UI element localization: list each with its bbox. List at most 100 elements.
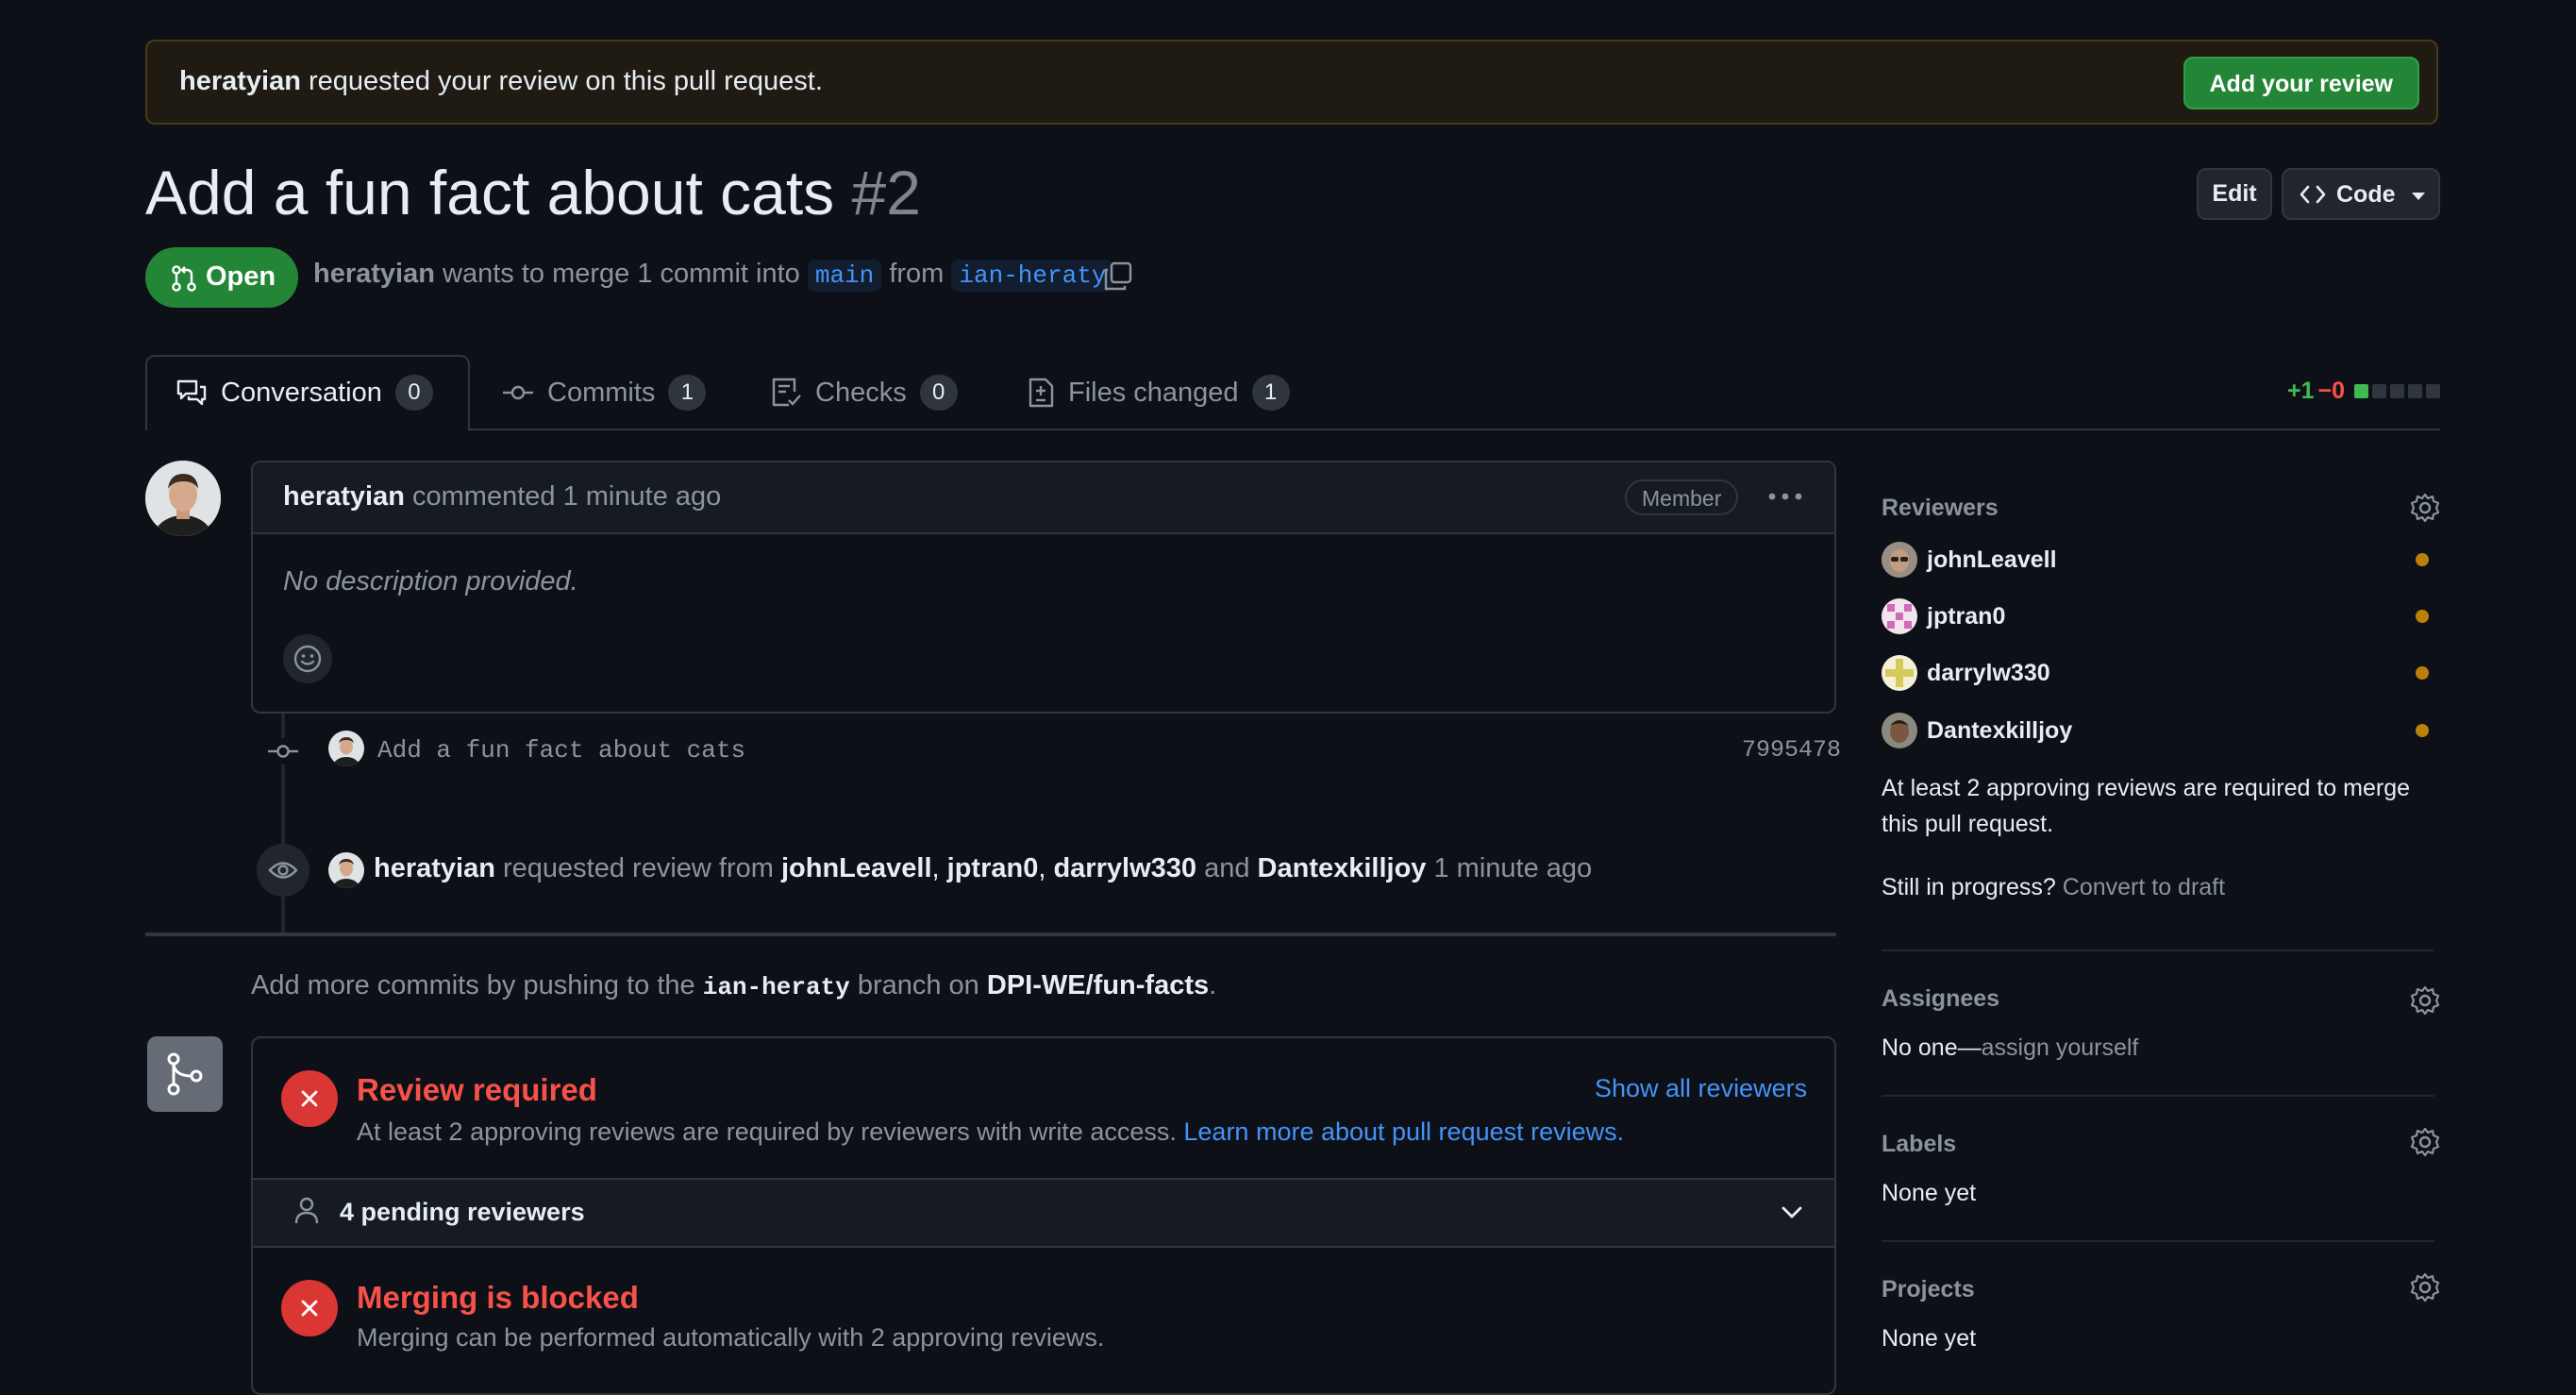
draft-prompt: Still in progress? Convert to draft <box>1882 874 2225 901</box>
gear-icon[interactable] <box>2410 1127 2440 1157</box>
commit-message[interactable]: Add a fun fact about cats <box>377 736 745 765</box>
event-text: requested review from <box>503 853 774 883</box>
reviewer-avatar[interactable] <box>1882 655 1917 691</box>
avatar-heratyian <box>145 461 221 536</box>
tab-conversation[interactable]: Conversation 0 <box>176 374 433 412</box>
merge-blocked-status <box>281 1280 338 1336</box>
merge-blocked-title: Merging is blocked <box>357 1280 639 1315</box>
push-hint-before: Add more commits by pushing to the <box>251 970 695 1000</box>
comment-action: commented <box>412 481 556 512</box>
pending-review-dot <box>2416 724 2429 737</box>
git-commit-icon <box>266 738 300 765</box>
tab-files-changed-count: 1 <box>1251 375 1290 411</box>
assignees-value: No one—assign yourself <box>1882 1034 2138 1062</box>
event-author[interactable]: heratyian <box>374 853 495 883</box>
push-hint-repo[interactable]: DPI-WE/fun-facts <box>987 970 1209 1000</box>
comment-time[interactable]: 1 minute ago <box>563 481 722 512</box>
reviewer-name[interactable]: darrylw330 <box>1927 660 2050 687</box>
tab-checks-label: Checks <box>815 377 907 408</box>
reviewers-title[interactable]: Reviewers <box>1882 495 1999 522</box>
learn-more-link[interactable]: Learn more about pull request reviews. <box>1183 1118 1624 1146</box>
merge-text: wants to merge 1 commit into <box>443 259 800 289</box>
event-time[interactable]: 1 minute ago <box>1434 853 1593 883</box>
review-request-event-badge <box>257 844 309 897</box>
tab-commits-count: 1 <box>668 375 707 411</box>
status-badge: Open <box>145 247 298 308</box>
event-reviewer[interactable]: jptran0 <box>947 853 1039 883</box>
avatar[interactable] <box>328 852 364 888</box>
copy-icon[interactable] <box>1102 261 1134 293</box>
labels-value: None yet <box>1882 1180 1977 1206</box>
banner-message: requested your review on this pull reque… <box>309 66 823 96</box>
add-reaction-button[interactable] <box>283 634 332 683</box>
add-your-review-button[interactable]: Add your review <box>2183 57 2419 109</box>
event-reviewer[interactable]: Dantexkilljoy <box>1258 853 1427 883</box>
reviewer-name[interactable]: Dantexkilljoy <box>1927 717 2072 745</box>
labels-title[interactable]: Labels <box>1882 1131 1956 1158</box>
pending-reviewers-label: 4 pending reviewers <box>340 1198 585 1226</box>
reviewer-name[interactable]: jptran0 <box>1927 603 2005 630</box>
reviewer-avatar[interactable] <box>1882 542 1917 578</box>
assign-yourself-link[interactable]: assign yourself <box>1982 1034 2139 1061</box>
x-icon <box>301 1090 318 1107</box>
approval-note: At least 2 approving reviews are require… <box>1882 775 2411 837</box>
kebab-horizontal-icon[interactable] <box>1766 485 1804 508</box>
review-request-event: heratyian requested review from johnLeav… <box>374 853 1592 884</box>
tab-conversation-count: 0 <box>394 375 433 411</box>
event-reviewer[interactable]: darrylw330 <box>1053 853 1196 883</box>
author-link[interactable]: heratyian <box>313 259 435 289</box>
pending-review-dot <box>2416 553 2429 566</box>
avatar-dantexkilljoy <box>1882 713 1917 748</box>
pending-reviewers-toggle[interactable]: 4 pending reviewers <box>253 1178 1834 1248</box>
code-button[interactable]: Code <box>2282 168 2440 220</box>
comment-author[interactable]: heratyian <box>283 481 405 512</box>
merge-box: Review required Show all reviewers At le… <box>251 1036 1836 1395</box>
push-hint-end: . <box>1209 970 1217 1000</box>
diff-additions: +1 <box>2287 378 2315 404</box>
tab-commits[interactable]: Commits 1 <box>502 374 707 412</box>
base-branch[interactable]: main <box>807 260 882 292</box>
gear-icon[interactable] <box>2410 493 2440 523</box>
gear-icon[interactable] <box>2410 985 2440 1016</box>
avatar[interactable] <box>328 731 364 766</box>
caret-down-icon <box>2412 193 2425 200</box>
show-all-reviewers-link[interactable]: Show all reviewers <box>1595 1074 1807 1103</box>
reviewer-name[interactable]: johnLeavell <box>1927 546 2057 574</box>
person-icon <box>294 1197 319 1224</box>
merge-blocked-desc: Merging can be performed automatically w… <box>357 1323 1105 1352</box>
convert-to-draft-link[interactable]: Convert to draft <box>2063 874 2225 900</box>
event-separator: , <box>931 853 940 883</box>
projects-title[interactable]: Projects <box>1882 1276 1975 1303</box>
avatar[interactable] <box>145 461 221 536</box>
tab-files-changed[interactable]: Files changed 1 <box>1027 374 1290 412</box>
smiley-icon <box>293 645 322 673</box>
git-pull-request-icon <box>172 265 196 292</box>
sidebar-divider <box>1882 1095 2434 1097</box>
pr-number: #2 <box>851 158 921 227</box>
banner-user[interactable]: heratyian <box>179 66 301 96</box>
diffstat-block-added <box>2354 384 2369 398</box>
comment-body: No description provided. <box>283 566 578 597</box>
commit-sha[interactable]: 7995478 <box>1742 736 1841 764</box>
event-reviewer[interactable]: johnLeavell <box>781 853 932 883</box>
sidebar-divider <box>1882 1240 2434 1242</box>
event-and: and <box>1204 853 1250 883</box>
review-request-banner: heratyian requested your review on this … <box>145 40 2438 125</box>
chevron-down-icon <box>1781 1206 1802 1219</box>
diffstat-block <box>2372 384 2387 398</box>
code-label: Code <box>2336 181 2396 208</box>
reviewer-avatar[interactable] <box>1882 713 1917 748</box>
pending-review-dot <box>2416 610 2429 623</box>
edit-button[interactable]: Edit <box>2197 168 2272 220</box>
head-branch[interactable]: ian-heraty <box>951 260 1114 292</box>
avatar-darrylw330 <box>1882 655 1917 691</box>
tab-checks[interactable]: Checks 0 <box>770 374 958 412</box>
reviewer-avatar[interactable] <box>1882 598 1917 634</box>
review-required-text: At least 2 approving reviews are require… <box>357 1118 1177 1146</box>
gear-icon[interactable] <box>2410 1272 2440 1303</box>
push-hint-middle: branch on <box>857 970 979 1000</box>
x-icon <box>301 1300 318 1317</box>
assignees-title[interactable]: Assignees <box>1882 985 1999 1013</box>
review-required-desc: At least 2 approving reviews are require… <box>357 1118 1624 1147</box>
file-diff-icon <box>1029 378 1054 408</box>
